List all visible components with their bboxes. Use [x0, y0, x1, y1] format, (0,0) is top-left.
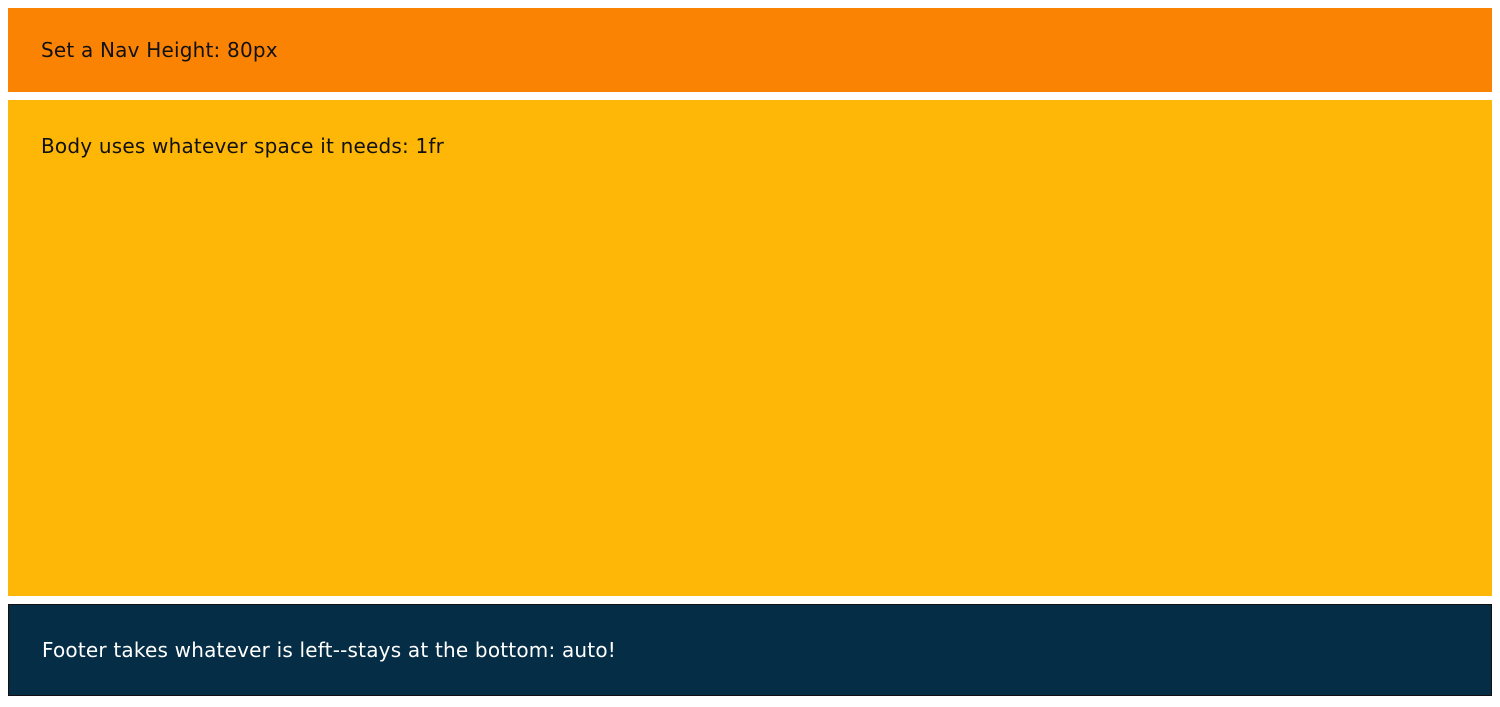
- footer-text: Footer takes whatever is left--stays at …: [42, 638, 616, 662]
- body-section: Body uses whatever space it needs: 1fr: [8, 100, 1492, 596]
- page-layout: Set a Nav Height: 80px Body uses whateve…: [8, 8, 1492, 696]
- body-text: Body uses whatever space it needs: 1fr: [41, 134, 445, 158]
- nav-text: Set a Nav Height: 80px: [41, 38, 278, 62]
- footer: Footer takes whatever is left--stays at …: [8, 604, 1492, 696]
- nav-bar: Set a Nav Height: 80px: [8, 8, 1492, 92]
